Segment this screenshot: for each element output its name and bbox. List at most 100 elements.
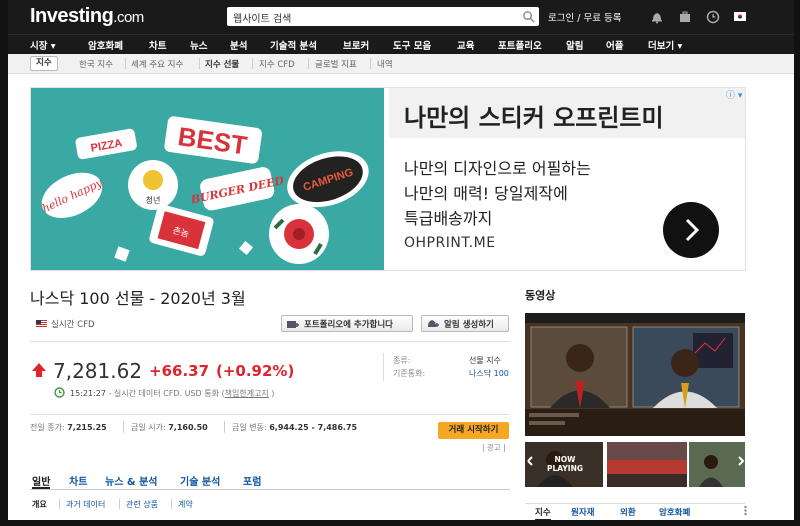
base-currency-link[interactable]: 나스닥 100: [469, 368, 509, 379]
nav-item-analysis[interactable]: 분석: [230, 38, 247, 52]
us-flag-icon: [36, 320, 47, 328]
subnav-item-korea[interactable]: 한국 지수: [79, 58, 113, 70]
subtab-overview[interactable]: 개요: [32, 499, 47, 510]
subnav-separator: [125, 58, 126, 69]
ad-info-icon[interactable]: ⓘ ▾: [726, 88, 742, 101]
video-thumb-2[interactable]: [607, 442, 687, 487]
video-thumb-3[interactable]: [689, 442, 745, 487]
realtime-label: 실시간 CFD: [51, 320, 95, 330]
ad-title[interactable]: 나만의 스티커 오프린트미: [404, 98, 664, 133]
create-alert-label: 알림 생성하기: [444, 320, 494, 330]
now-playing-label: NOW PLAYING: [546, 455, 584, 473]
tab-forum[interactable]: 포럼: [243, 473, 261, 488]
divider: [30, 341, 510, 342]
quote-tabs: 지수 원자재 외환 암호화폐: [525, 503, 745, 520]
add-to-portfolio-label: 포트폴리오에 추가합니다: [304, 320, 393, 330]
quote-tab-indices[interactable]: 지수: [535, 506, 551, 520]
ad-image[interactable]: BEST PIZZA hello happy 청년 BURGER DEED CA…: [31, 88, 384, 270]
nav-item-crypto[interactable]: 암호화폐: [88, 38, 123, 52]
sticker-cheong: 청년: [146, 195, 161, 205]
quote-time-end: ): [268, 389, 275, 398]
video-player[interactable]: [525, 313, 745, 436]
base-currency-label: 기준통화:: [393, 369, 426, 378]
add-to-portfolio-button[interactable]: 포트폴리오에 추가합니다: [281, 315, 413, 332]
ad-label: | 광고 |: [482, 443, 506, 452]
briefcase-icon[interactable]: [678, 10, 692, 24]
screen-frame: Investing.com 로그인 / 무료 등록 시장 ▾ 암호화폐 차트 뉴…: [0, 0, 800, 526]
subtab-separator: [171, 499, 172, 509]
video-heading: 동영상: [525, 289, 556, 302]
video-thumb-now-playing[interactable]: NOW PLAYING: [525, 442, 603, 487]
subnav-item-cfd[interactable]: 지수 CFD: [259, 58, 295, 70]
bell-plus-icon: [428, 320, 439, 327]
subtab-separator: [59, 499, 60, 509]
subnav-item-history[interactable]: 내역: [377, 58, 393, 70]
subnav-item-world[interactable]: 세계 주요 지수: [131, 58, 183, 70]
last-price: 7,281.62: [53, 359, 143, 383]
ad-arrow-button[interactable]: [663, 202, 719, 258]
subnav-separator: [308, 58, 309, 69]
site-logo[interactable]: Investing.com: [30, 5, 144, 28]
type-label: 종류:: [393, 356, 411, 365]
quote-tab-forex[interactable]: 외환: [620, 506, 636, 518]
video-thumb-image: [689, 442, 745, 487]
price-change-percent: (+0.92%): [216, 362, 295, 380]
main-nav: 시장 ▾ 암호화폐 차트 뉴스 분석 기술적 분석 브로커 도구 모음 교육 포…: [8, 34, 794, 54]
quote-tab-crypto[interactable]: 암호화폐: [659, 506, 690, 518]
nav-item-tools[interactable]: 도구 모음: [393, 38, 431, 52]
video-thumbnails: NOW PLAYING: [525, 442, 745, 487]
tab-technical[interactable]: 기술 분석: [180, 473, 220, 488]
ad-brand[interactable]: OHPRINT.ME: [404, 235, 496, 251]
clock-status-icon: [54, 387, 65, 398]
sub-nav: 지수 한국 지수 세계 주요 지수 지수 선물 지수 CFD 글로벌 지표 내역: [8, 54, 794, 74]
subnav-item-futures[interactable]: 지수 선물: [205, 58, 239, 70]
divider: [30, 414, 510, 415]
briefcase-plus-icon: [287, 321, 299, 328]
subtab-separator: [119, 499, 120, 509]
chevron-right-icon: [685, 218, 700, 242]
nav-item-charts[interactable]: 차트: [149, 38, 166, 52]
disclaimer-link[interactable]: 책임한계고지: [225, 389, 269, 398]
nav-item-alerts[interactable]: 알림: [566, 38, 583, 52]
subnav-separator: [252, 58, 253, 69]
subnav-item-global[interactable]: 글로벌 지표: [315, 58, 357, 70]
quote-time-value: 15:21:27: [70, 389, 106, 398]
search-input[interactable]: [227, 10, 507, 29]
nav-item-brokers[interactable]: 브로커: [343, 38, 369, 52]
clock-icon[interactable]: [706, 10, 720, 24]
subtab-related[interactable]: 관련 상품: [126, 499, 158, 510]
day-range: 금일 변동: 6,944.25 - 7,486.75: [232, 423, 358, 432]
nav-item-portfolio[interactable]: 포트폴리오: [498, 38, 542, 52]
type-value: 선물 지수: [469, 356, 501, 365]
page: Investing.com 로그인 / 무료 등록 시장 ▾ 암호화폐 차트 뉴…: [8, 0, 794, 520]
nav-item-markets[interactable]: 시장 ▾: [30, 38, 56, 52]
search-icon[interactable]: [522, 10, 535, 23]
price-change: +66.37: [149, 362, 210, 380]
subtab-historical[interactable]: 과거 데이터: [66, 499, 105, 510]
nav-item-news[interactable]: 뉴스: [190, 38, 207, 52]
prev-close: 전일 종가: 7,215.25: [30, 423, 107, 432]
tab-chart[interactable]: 차트: [69, 473, 87, 488]
search-box[interactable]: [227, 7, 539, 29]
nav-item-education[interactable]: 교육: [457, 38, 474, 52]
subnav-separator: [199, 58, 200, 69]
ad-banner[interactable]: BEST PIZZA hello happy 청년 BURGER DEED CA…: [30, 87, 746, 271]
korea-flag-icon[interactable]: [734, 12, 746, 21]
quote-tab-commodities[interactable]: 원자재: [571, 506, 594, 518]
bell-icon[interactable]: [650, 10, 664, 24]
nav-item-technical[interactable]: 기술적 분석: [270, 38, 317, 52]
start-trading-button[interactable]: 거래 시작하기: [438, 422, 509, 439]
create-alert-button[interactable]: 알림 생성하기: [421, 315, 509, 332]
tab-general[interactable]: 일반: [32, 473, 51, 489]
arrow-up-icon: [32, 363, 46, 377]
top-header: Investing.com 로그인 / 무료 등록: [8, 0, 794, 34]
subtab-contract[interactable]: 계약: [178, 499, 193, 510]
tab-news[interactable]: 뉴스 & 분석: [105, 473, 157, 488]
login-link[interactable]: 로그인 / 무료 등록: [548, 10, 621, 24]
nav-item-more[interactable]: 더보기 ▾: [648, 38, 682, 52]
logo-main: Investing: [30, 5, 114, 27]
logo-suffix: .com: [113, 9, 144, 26]
nav-item-apps[interactable]: 어플: [606, 38, 623, 52]
subnav-item-indices[interactable]: 지수: [30, 56, 58, 71]
ad-text-line-3: 특급배송까지: [404, 209, 493, 228]
